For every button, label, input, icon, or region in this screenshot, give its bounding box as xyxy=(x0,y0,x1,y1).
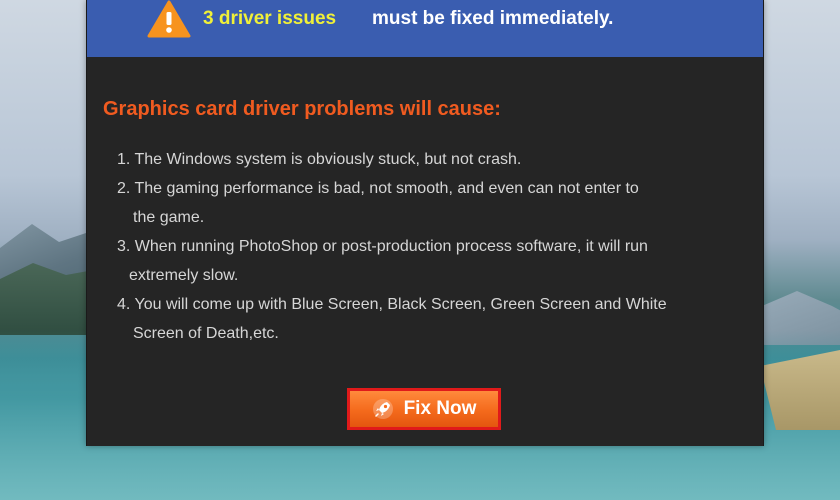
list-item-text: 2. The gaming performance is bad, not sm… xyxy=(117,180,639,197)
fix-now-button[interactable]: Fix Now xyxy=(347,388,501,430)
list-item-text: 1. The Windows system is obviously stuck… xyxy=(117,151,522,168)
alert-header: 3 driver issues must be fixed immediatel… xyxy=(87,0,763,57)
fix-now-label: Fix Now xyxy=(403,398,477,419)
list-item: 2. The gaming performance is bad, not sm… xyxy=(117,174,737,232)
list-item: 1. The Windows system is obviously stuck… xyxy=(117,145,737,174)
list-item-continuation: Screen of Death,etc. xyxy=(133,325,279,342)
list-item-continuation: the game. xyxy=(133,209,205,226)
list-item-continuation: extremely slow. xyxy=(129,267,239,284)
list-item: 4. You will come up with Blue Screen, Bl… xyxy=(117,290,737,348)
list-item-text: 4. You will come up with Blue Screen, Bl… xyxy=(117,296,667,313)
list-item: 3. When running PhotoShop or post-produc… xyxy=(117,232,737,290)
warning-icon xyxy=(147,0,191,38)
problems-heading: Graphics card driver problems will cause… xyxy=(103,98,501,120)
list-item-text: 3. When running PhotoShop or post-produc… xyxy=(117,238,648,255)
driver-issues-count: 3 driver issues xyxy=(203,8,337,29)
alert-message: must be fixed immediately. xyxy=(372,8,614,29)
driver-alert-dialog: 3 driver issues must be fixed immediatel… xyxy=(86,0,764,446)
rocket-icon xyxy=(372,399,393,419)
problem-list: 1. The Windows system is obviously stuck… xyxy=(117,145,737,348)
